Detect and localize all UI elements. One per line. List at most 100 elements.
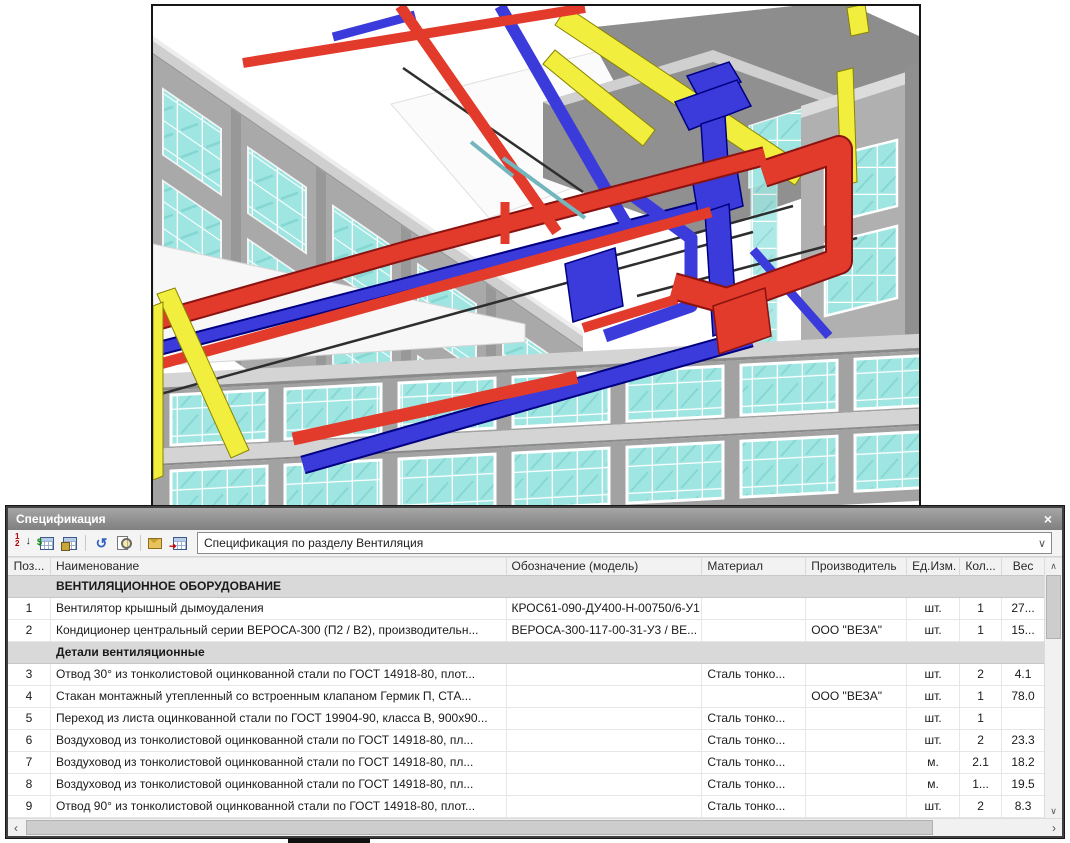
table-row[interactable]: 3Отвод 30° из тонколистовой оцинкованной… — [8, 664, 1045, 686]
table-row[interactable]: 2Кондиционер центральный серии ВЕРОСА-30… — [8, 620, 1045, 642]
recalculate-table-button[interactable]: $ — [36, 533, 57, 553]
table-row[interactable]: 1Вентилятор крышный дымоудаленияКРОС61-0… — [8, 598, 1045, 620]
cell-name: Воздуховод из тонколистовой оцинкованной… — [51, 774, 507, 795]
cell-qty: 2 — [960, 730, 1002, 751]
preview-button[interactable] — [114, 533, 135, 553]
close-icon[interactable]: × — [1042, 512, 1054, 526]
table-row[interactable]: 5Переход из листа оцинкованной стали по … — [8, 708, 1045, 730]
cell-model — [507, 730, 703, 751]
spec-section-value: Спецификация по разделу Вентиляция — [204, 536, 1033, 550]
panel-titlebar[interactable]: Спецификация × — [8, 508, 1062, 530]
table-row[interactable]: 4Стакан монтажный утепленный со встроенн… — [8, 686, 1045, 708]
cell-weight: 78.0 — [1002, 686, 1045, 707]
scroll-left-icon[interactable]: ‹ — [8, 821, 24, 835]
cell-weight: 8.3 — [1002, 796, 1045, 817]
sort-button[interactable]: 12 ↓ — [13, 533, 34, 553]
cell-qty: 1 — [960, 598, 1002, 619]
refresh-arrow-icon: ↺ — [96, 535, 108, 552]
cell-material: Сталь тонко... — [702, 730, 806, 751]
save-table-button[interactable] — [59, 533, 80, 553]
spec-section-select[interactable]: Спецификация по разделу Вентиляция ∨ — [197, 532, 1052, 554]
cell-manufacturer — [806, 774, 907, 795]
column-header-weight[interactable]: Вес — [1002, 558, 1045, 575]
table-row[interactable]: 7Воздуховод из тонколистовой оцинкованно… — [8, 752, 1045, 774]
cell-pos: 3 — [8, 664, 51, 685]
column-header-unit[interactable]: Ед.Изм. — [907, 558, 960, 575]
vertical-scrollbar[interactable]: ∧ ∨ — [1044, 558, 1062, 819]
vertical-scroll-thumb[interactable] — [1046, 575, 1061, 639]
cell-pos: 9 — [8, 796, 51, 817]
cell-material: Сталь тонко... — [702, 752, 806, 773]
table-row[interactable]: 6Воздуховод из тонколистовой оцинкованно… — [8, 730, 1045, 752]
cell-name: Стакан монтажный утепленный со встроенны… — [51, 686, 507, 707]
export-button[interactable] — [146, 533, 167, 553]
cell-material: Сталь тонко... — [702, 796, 806, 817]
specification-panel: Спецификация × 12 ↓ $ ↺ ➜ — [6, 506, 1064, 838]
horizontal-scroll-thumb[interactable] — [26, 820, 933, 835]
cell-name: Кондиционер центральный серии ВЕРОСА-300… — [51, 620, 507, 641]
scroll-down-icon[interactable]: ∨ — [1045, 803, 1062, 819]
cell-unit: м. — [907, 774, 960, 795]
cell-qty: 2 — [960, 664, 1002, 685]
cell-material: Сталь тонко... — [702, 708, 806, 729]
update-button[interactable]: ↺ — [91, 533, 112, 553]
spec-table: Поз...НаименованиеОбозначение (модель)Ма… — [8, 557, 1062, 836]
cell-unit: шт. — [907, 796, 960, 817]
cell-manufacturer: ООО "ВЕЗА" — [806, 620, 907, 641]
cell-pos: 5 — [8, 708, 51, 729]
group-row[interactable]: ВЕНТИЛЯЦИОННОЕ ОБОРУДОВАНИЕ — [8, 576, 1045, 598]
cell-pos: 1 — [8, 598, 51, 619]
column-header-pos[interactable]: Поз... — [8, 558, 51, 575]
export-envelope-icon — [148, 538, 162, 549]
cell-weight: 27... — [1002, 598, 1045, 619]
cell-material: Сталь тонко... — [702, 664, 806, 685]
cell-weight: 18.2 — [1002, 752, 1045, 773]
scroll-right-icon[interactable]: › — [1046, 821, 1062, 835]
cell-unit: шт. — [907, 686, 960, 707]
cell-model — [507, 664, 703, 685]
cell-model — [507, 686, 703, 707]
table-header-row: Поз...НаименованиеОбозначение (модель)Ма… — [8, 558, 1045, 576]
magnifier-icon — [121, 538, 132, 549]
cell-name: Переход из листа оцинкованной стали по Г… — [51, 708, 507, 729]
toolbar-separator — [140, 535, 141, 551]
column-header-name[interactable]: Наименование — [51, 558, 507, 575]
cell-material — [702, 620, 806, 641]
cell-unit: шт. — [907, 664, 960, 685]
column-header-model[interactable]: Обозначение (модель) — [507, 558, 703, 575]
cell-manufacturer — [806, 708, 907, 729]
group-row[interactable]: Детали вентиляционные — [8, 642, 1045, 664]
cell-material — [702, 686, 806, 707]
spec-table-body: ВЕНТИЛЯЦИОННОЕ ОБОРУДОВАНИЕ1Вентилятор к… — [8, 576, 1045, 818]
cell-name: Вентилятор крышный дымоудаления — [51, 598, 507, 619]
column-header-material[interactable]: Материал — [702, 558, 806, 575]
cell-name: Отвод 30° из тонколистовой оцинкованной … — [51, 664, 507, 685]
screen-artifact — [288, 838, 370, 843]
horizontal-scrollbar[interactable]: ‹ › — [8, 818, 1062, 836]
cell-manufacturer — [806, 598, 907, 619]
cell-model — [507, 774, 703, 795]
cell-model — [507, 708, 703, 729]
cell-qty: 1 — [960, 708, 1002, 729]
cell-model — [507, 796, 703, 817]
viewport-3d[interactable] — [151, 4, 921, 537]
export-table-button[interactable]: ➜ — [169, 533, 190, 553]
scroll-up-icon[interactable]: ∧ — [1045, 558, 1062, 574]
cell-weight: 4.1 — [1002, 664, 1045, 685]
cell-weight: 23.3 — [1002, 730, 1045, 751]
table-row[interactable]: 8Воздуховод из тонколистовой оцинкованно… — [8, 774, 1045, 796]
cell-pos: 6 — [8, 730, 51, 751]
column-header-manufacturer[interactable]: Производитель — [806, 558, 907, 575]
cell-unit: шт. — [907, 598, 960, 619]
panel-toolbar: 12 ↓ $ ↺ ➜ Спецификация по разделу Венти… — [8, 530, 1062, 557]
table-row[interactable]: 9Отвод 90° из тонколистовой оцинкованной… — [8, 796, 1045, 818]
cell-material — [702, 598, 806, 619]
cell-model — [507, 752, 703, 773]
panel-title: Спецификация — [16, 512, 1042, 526]
column-header-qty[interactable]: Кол... — [960, 558, 1002, 575]
cell-weight: 19.5 — [1002, 774, 1045, 795]
cell-unit: шт. — [907, 730, 960, 751]
cell-unit: шт. — [907, 620, 960, 641]
group-title: ВЕНТИЛЯЦИОННОЕ ОБОРУДОВАНИЕ — [51, 576, 1045, 597]
cell-manufacturer: ООО "ВЕЗА" — [806, 686, 907, 707]
